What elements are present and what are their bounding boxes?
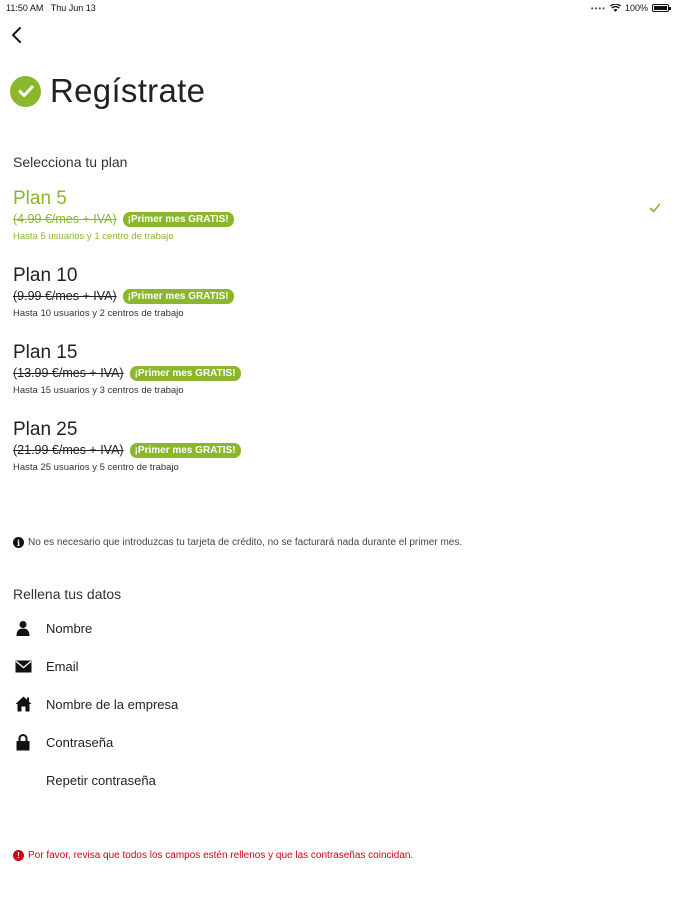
email-input[interactable]: [46, 658, 626, 674]
info-note-text: No es necesario que introduzcas tu tarje…: [28, 537, 463, 548]
plan-name: Plan 5: [13, 188, 67, 209]
plan-name: Plan 25: [13, 419, 78, 440]
plan-option-5[interactable]: Plan 5 (4.99 €/mes + IVA) ¡Primer mes GR…: [13, 188, 665, 242]
user-icon: [13, 618, 33, 638]
page-title: Regístrate: [50, 72, 206, 109]
lock-icon: [13, 732, 33, 752]
status-clock: 11:50 AM: [6, 3, 44, 13]
plan-name: Plan 10: [13, 265, 78, 286]
plan-price: (9.99 €/mes + IVA): [13, 289, 117, 303]
password-input[interactable]: [46, 734, 626, 750]
name-field[interactable]: [13, 615, 653, 641]
check-circle-icon: [10, 75, 41, 107]
free-month-badge: ¡Primer mes GRATIS!: [129, 365, 241, 381]
error-note: ! Por favor, revisa que todos los campos…: [13, 850, 413, 861]
info-note: i No es necesario que introduzcas tu tar…: [13, 537, 462, 548]
email-field[interactable]: [13, 653, 653, 679]
company-field[interactable]: [13, 691, 653, 717]
info-icon: i: [13, 537, 24, 548]
plan-option-25[interactable]: Plan 25 (21.99 €/mes + IVA) ¡Primer mes …: [13, 419, 665, 473]
repeat-password-field[interactable]: [13, 767, 653, 793]
battery-percent: 100%: [624, 3, 648, 13]
company-input[interactable]: [46, 696, 626, 712]
battery-icon: [652, 4, 671, 12]
error-icon: !: [13, 850, 24, 861]
home-icon: [13, 694, 33, 714]
plan-name: Plan 15: [13, 342, 78, 363]
plan-price: (4.99 €/mes + IVA): [13, 212, 117, 226]
wifi-icon: [609, 4, 621, 12]
password-field[interactable]: [13, 729, 653, 755]
repeat-password-input[interactable]: [46, 772, 626, 788]
status-date: Thu Jun 13: [50, 3, 96, 13]
form-section-label: Rellena tus datos: [13, 586, 122, 602]
plan-description: Hasta 5 usuarios y 1 centro de trabajo: [13, 231, 174, 242]
status-time: 11:50 AM Thu Jun 13: [6, 3, 96, 13]
status-right: •••• 100%: [590, 3, 671, 13]
selected-check-icon: [649, 203, 661, 213]
name-input[interactable]: [46, 620, 626, 636]
plan-price: (13.99 €/mes + IVA): [13, 366, 124, 380]
plan-price: (21.99 €/mes + IVA): [13, 443, 124, 457]
plan-description: Hasta 25 usuarios y 5 centro de trabajo: [13, 462, 179, 473]
plan-option-15[interactable]: Plan 15 (13.99 €/mes + IVA) ¡Primer mes …: [13, 342, 665, 396]
envelope-icon: [13, 656, 33, 676]
plan-description: Hasta 10 usuarios y 2 centros de trabajo: [13, 308, 184, 319]
signal-dots-icon: ••••: [590, 3, 606, 13]
plans-section-label: Selecciona tu plan: [13, 154, 128, 170]
back-button[interactable]: [6, 24, 30, 46]
plan-option-10[interactable]: Plan 10 (9.99 €/mes + IVA) ¡Primer mes G…: [13, 265, 665, 319]
status-bar: 11:50 AM Thu Jun 13 •••• 100%: [0, 0, 675, 16]
title-row: Regístrate: [10, 72, 205, 110]
chevron-left-icon: [12, 27, 21, 43]
free-month-badge: ¡Primer mes GRATIS!: [122, 288, 234, 304]
free-month-badge: ¡Primer mes GRATIS!: [122, 211, 234, 227]
free-month-badge: ¡Primer mes GRATIS!: [129, 442, 241, 458]
error-note-text: Por favor, revisa que todos los campos e…: [28, 850, 414, 861]
plan-description: Hasta 15 usuarios y 3 centros de trabajo: [13, 385, 184, 396]
